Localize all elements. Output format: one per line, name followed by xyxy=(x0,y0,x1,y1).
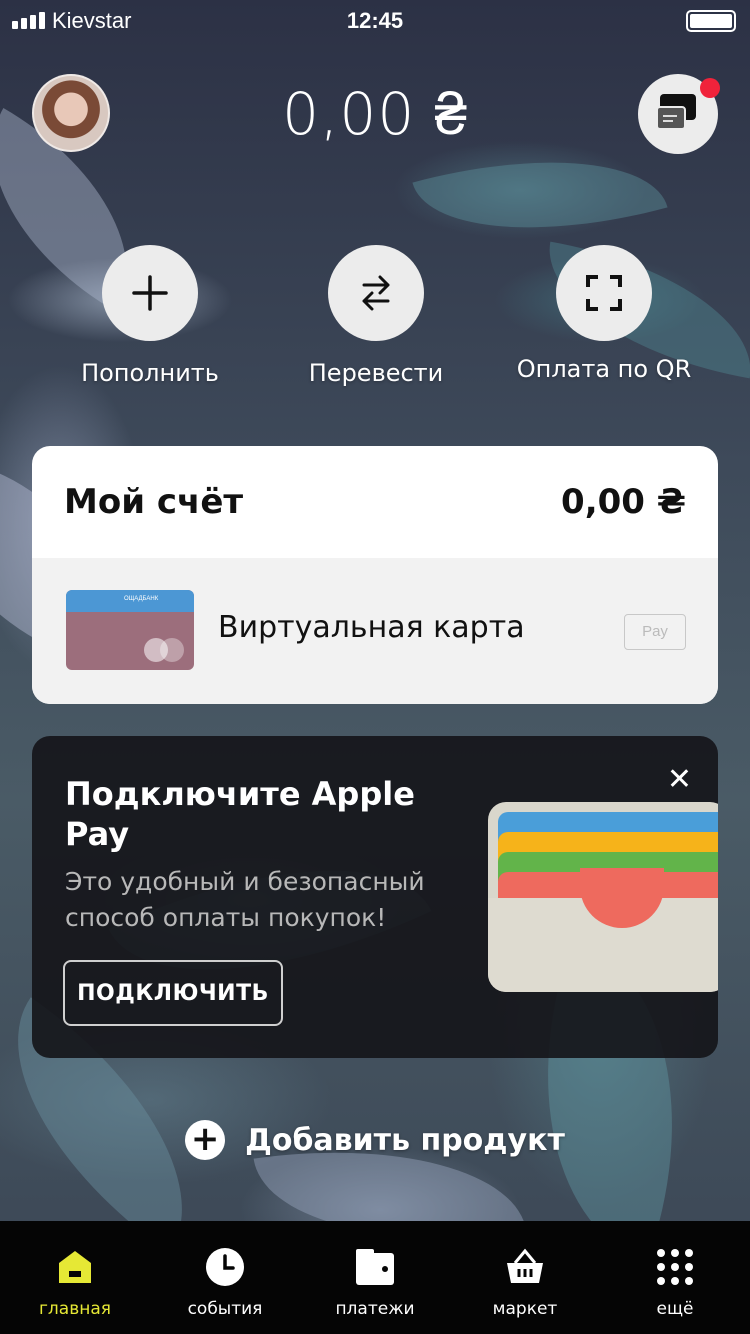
tab-market-label: маркет xyxy=(492,1299,558,1319)
basket-icon xyxy=(507,1248,543,1283)
tab-bar: главная события платежи маркет ещё xyxy=(0,1221,750,1334)
virtual-card-row[interactable]: ОЩАДБАНК Виртуальная карта Pay xyxy=(32,558,718,704)
tab-events-label: события xyxy=(187,1299,263,1319)
account-card[interactable]: Мой счёт 0,00 ₴ ОЩАДБАНК Виртуальная кар… xyxy=(32,446,718,704)
apple-pay-badge: Pay xyxy=(624,614,686,650)
status-time: 12:45 xyxy=(346,8,404,33)
account-amount: 0,00 ₴ xyxy=(561,482,686,522)
qr-pay-action[interactable]: Оплата по QR xyxy=(494,245,714,383)
transfer-button[interactable] xyxy=(328,245,424,341)
clock-icon xyxy=(206,1248,244,1286)
home-icon xyxy=(59,1251,91,1283)
battery-icon xyxy=(686,10,736,32)
promo-title: Подключите Apple Pay xyxy=(65,775,415,853)
add-product-label: Добавить продукт xyxy=(245,1122,565,1158)
card-bank-logo: ОЩАДБАНК xyxy=(124,596,159,602)
qr-pay-label: Оплата по QR xyxy=(516,355,692,383)
status-bar: Kievstar 12:45 xyxy=(0,0,750,40)
transfer-action[interactable]: Перевести xyxy=(266,245,486,387)
account-title: Мой счёт xyxy=(64,482,244,522)
transfer-label: Перевести xyxy=(308,359,444,387)
qr-scan-icon xyxy=(586,275,622,311)
tab-payments-label: платежи xyxy=(335,1299,415,1319)
close-icon[interactable]: ✕ xyxy=(667,762,692,797)
grid-dots-icon xyxy=(657,1249,693,1285)
topup-action[interactable]: Пополнить xyxy=(40,245,260,387)
tab-more-label: ещё xyxy=(656,1299,694,1319)
add-circle-icon: + xyxy=(185,1120,226,1160)
topup-label: Пополнить xyxy=(81,359,219,387)
notification-badge xyxy=(700,78,720,98)
apple-pay-promo: Подключите Apple Pay Это удобный и безоп… xyxy=(32,736,718,1058)
card-image: ОЩАДБАНК xyxy=(66,590,194,670)
chat-button[interactable] xyxy=(638,74,720,154)
transfer-arrows-icon xyxy=(362,275,390,311)
wallet-illustration xyxy=(488,802,718,994)
promo-text: Это удобный и безопасный способ оплаты п… xyxy=(65,867,425,932)
connect-button[interactable]: подключить xyxy=(63,960,283,1026)
tab-market[interactable]: маркет xyxy=(450,1221,600,1334)
virtual-card-label: Виртуальная карта xyxy=(218,610,525,645)
account-header[interactable]: Мой счёт 0,00 ₴ xyxy=(32,446,718,558)
wallet-icon xyxy=(356,1249,394,1285)
plus-icon xyxy=(132,275,168,311)
qr-pay-button[interactable] xyxy=(556,245,652,341)
topup-button[interactable] xyxy=(102,245,198,341)
add-product-button[interactable]: + Добавить продукт xyxy=(0,1120,750,1160)
tab-payments[interactable]: платежи xyxy=(300,1221,450,1334)
tab-more[interactable]: ещё xyxy=(600,1221,750,1334)
tab-events[interactable]: события xyxy=(150,1221,300,1334)
tab-home-label: главная xyxy=(39,1299,111,1319)
tab-home[interactable]: главная xyxy=(0,1221,150,1334)
